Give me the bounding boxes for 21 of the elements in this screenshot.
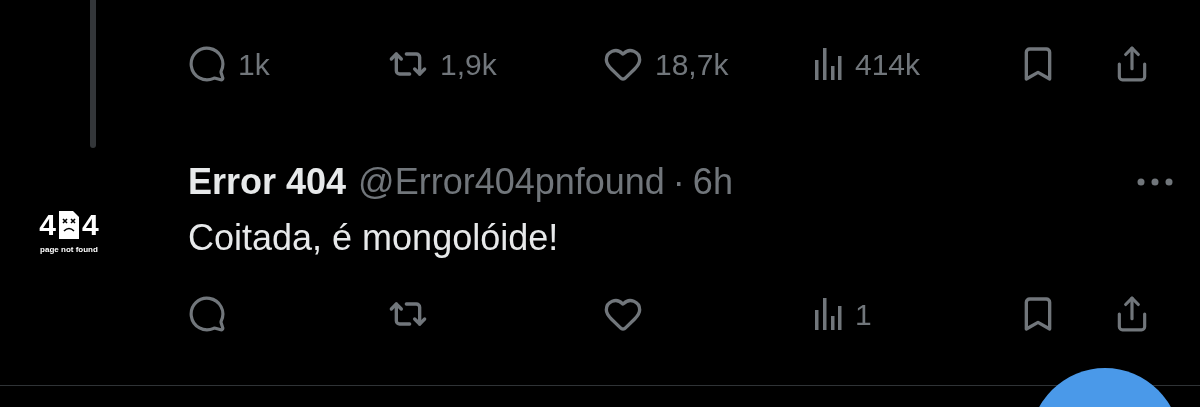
logo-digit: 4 <box>82 210 99 240</box>
logo-digit: 4 <box>39 210 56 240</box>
views-icon <box>813 296 843 332</box>
reply-icon <box>188 45 226 83</box>
views-button[interactable]: 1 <box>813 291 872 337</box>
post-time[interactable]: 6h <box>692 155 733 209</box>
sad-page-icon <box>59 211 79 239</box>
like-button[interactable]: 18,7k <box>603 41 729 87</box>
retweet-button[interactable]: 1,9k <box>388 41 497 87</box>
author-handle[interactable]: @Error404pnfound <box>358 155 665 209</box>
reply-button[interactable]: 1k <box>188 41 270 87</box>
more-icon <box>1137 178 1173 186</box>
more-options-button[interactable] <box>1137 178 1173 186</box>
views-button[interactable]: 414k <box>813 41 921 87</box>
tweet-text: Coitada, é mongolóide! <box>188 216 560 260</box>
views-icon <box>813 46 843 82</box>
separator-dot: · <box>672 160 685 204</box>
author-name[interactable]: Error 404 <box>188 155 347 209</box>
reply-button[interactable] <box>188 295 226 333</box>
logo-caption: page not found <box>40 244 98 256</box>
reply-icon <box>188 295 226 333</box>
